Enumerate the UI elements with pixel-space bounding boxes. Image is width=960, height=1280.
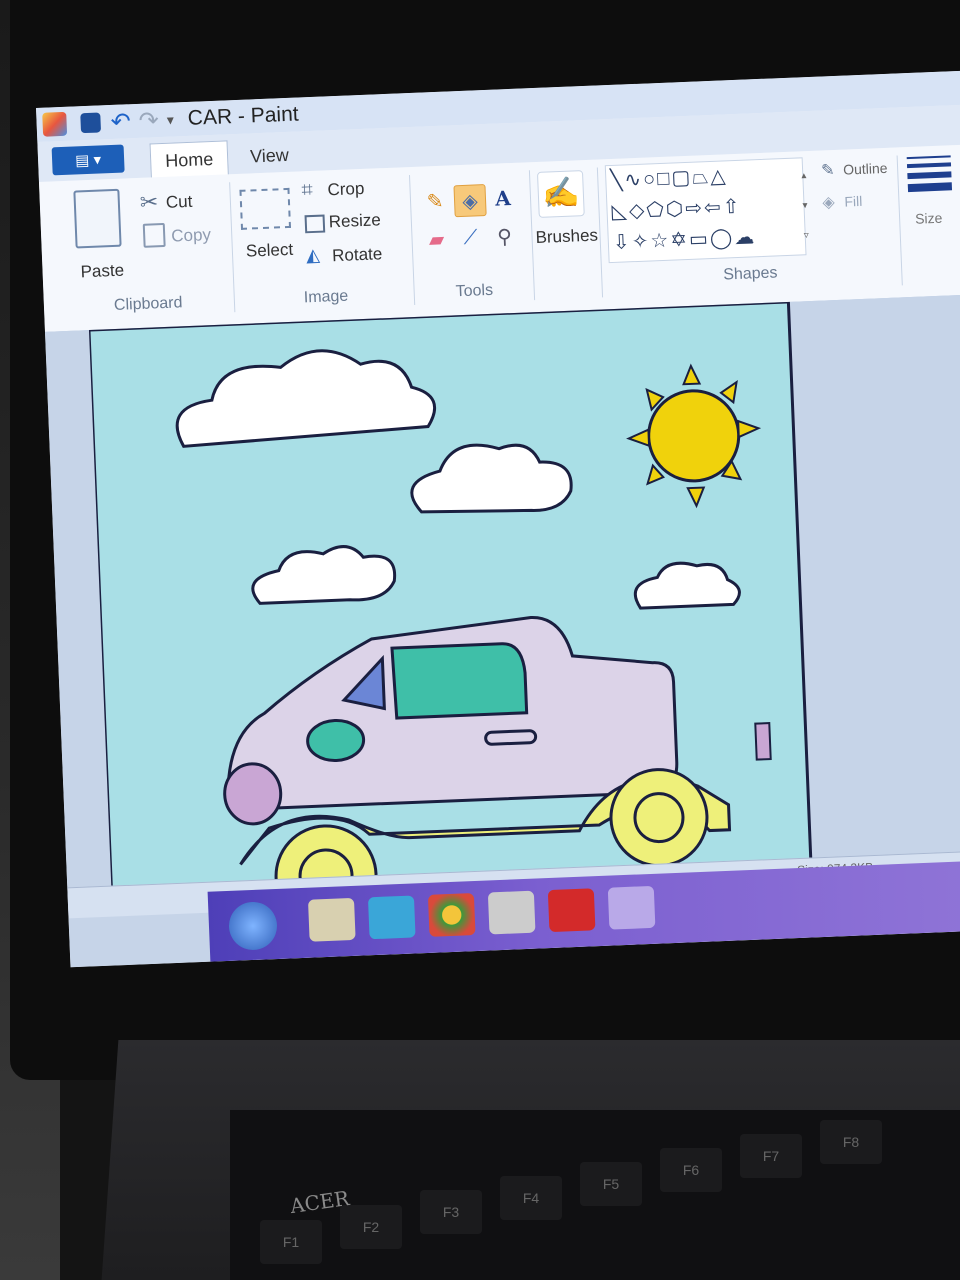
crop-button[interactable]: Crop (327, 179, 365, 200)
tools-group-label: Tools (455, 281, 494, 301)
triangle-shape-icon[interactable]: △ (710, 165, 728, 188)
car-wheel-rear-hub (633, 792, 685, 844)
shapes-group-label: Shapes (722, 264, 778, 284)
text-tool-icon[interactable]: A (487, 183, 518, 214)
fill-icon: ◈ (822, 194, 836, 212)
up-arrow-shape-icon[interactable]: ⇧ (722, 196, 742, 219)
undo-icon[interactable]: ↶ (110, 107, 131, 137)
explorer-taskbar-icon[interactable] (307, 897, 356, 942)
five-point-star-shape-icon[interactable]: ☆ (650, 230, 671, 253)
paint-taskbar-icon[interactable] (607, 885, 656, 930)
callout-oval-shape-icon[interactable]: ◯ (710, 227, 735, 250)
rotate-button[interactable]: Rotate (332, 244, 383, 266)
cut-button[interactable]: Cut (166, 192, 193, 213)
polygon-shape-icon[interactable]: ⏢ (692, 166, 711, 189)
key-f4[interactable]: F4 (500, 1176, 562, 1220)
curve-shape-icon[interactable]: ∿ (624, 169, 644, 192)
ribbon-divider (528, 170, 536, 301)
pencil-icon[interactable]: ✎ (419, 185, 450, 216)
drawing-canvas[interactable] (88, 301, 831, 890)
pentagon-shape-icon[interactable]: ⬠ (646, 199, 666, 222)
ribbon-divider (896, 155, 903, 286)
key-f7[interactable]: F7 (740, 1134, 802, 1178)
shapes-gallery[interactable]: ╲∿○□▢⏢△ ◺◇⬠⬡⇨⇦⇧ ⇩✧☆✡▭◯☁ (604, 157, 807, 264)
start-button-icon[interactable] (228, 901, 278, 951)
magnifier-icon[interactable]: ⚲ (489, 221, 520, 252)
car-headlight (223, 762, 283, 826)
clipboard-group-label: Clipboard (113, 294, 183, 315)
diamond-shape-icon[interactable]: ◇ (629, 200, 647, 223)
redo-icon[interactable]: ↷ (138, 106, 159, 136)
six-point-star-shape-icon[interactable]: ✡ (670, 229, 690, 252)
tab-home[interactable]: Home (149, 140, 229, 179)
outline-icon: ✎ (820, 162, 835, 180)
printer-taskbar-icon[interactable] (487, 890, 536, 935)
car-mirror (306, 718, 366, 763)
key-f5[interactable]: F5 (580, 1162, 642, 1206)
chrome-taskbar-icon[interactable] (427, 893, 476, 937)
rotate-icon: ◭ (305, 244, 321, 266)
acrobat-taskbar-icon[interactable] (547, 888, 596, 933)
car-taillight (754, 722, 772, 761)
left-arrow-shape-icon[interactable]: ⇦ (704, 197, 724, 220)
car-window-front (390, 642, 529, 720)
outline-button[interactable]: Outline (843, 160, 888, 178)
key-f1[interactable]: F1 (260, 1220, 322, 1264)
resize-icon (304, 214, 326, 234)
quick-access-dropdown-icon[interactable]: ▾ (166, 111, 174, 128)
crop-icon: ⌗ (301, 178, 314, 202)
fill-bucket-icon[interactable]: ◈ (453, 184, 487, 218)
file-menu-button[interactable]: ▤ ▾ (51, 144, 125, 176)
right-triangle-shape-icon[interactable]: ◺ (611, 200, 629, 223)
copy-button[interactable]: Copy (171, 225, 211, 247)
fill-button[interactable]: Fill (844, 193, 863, 210)
eraser-icon[interactable]: ▰ (421, 223, 452, 254)
line-shape-icon[interactable]: ╲ (610, 169, 625, 192)
brushes-button[interactable]: Brushes (535, 226, 598, 248)
clipboard-icon (73, 188, 122, 249)
size-lines-icon (906, 151, 953, 197)
window-title: CAR - Paint (187, 102, 300, 130)
brushes-icon: ✍ (536, 170, 585, 218)
callout-cloud-shape-icon[interactable]: ☁ (734, 226, 757, 249)
ribbon-divider (229, 182, 236, 313)
save-icon[interactable] (80, 112, 102, 134)
resize-button[interactable]: Resize (328, 210, 381, 232)
car-door-handle (484, 729, 538, 746)
copy-icon (142, 222, 166, 248)
paint-app-icon[interactable] (42, 111, 68, 137)
tab-view[interactable]: View (235, 137, 303, 174)
media-taskbar-icon[interactable] (367, 895, 416, 940)
select-button[interactable]: Select (246, 240, 294, 262)
screen: ↶ ↷ ▾ CAR - Paint ▤ ▾ Home View Paste ✂ … (36, 69, 960, 968)
color-picker-icon[interactable]: ⟋ (455, 222, 486, 253)
scissors-icon: ✂ (139, 189, 159, 215)
right-arrow-shape-icon[interactable]: ⇨ (685, 197, 705, 220)
down-arrow-shape-icon[interactable]: ⇩ (612, 231, 632, 254)
select-icon (239, 187, 292, 230)
key-f2[interactable]: F2 (340, 1205, 402, 1249)
four-point-star-shape-icon[interactable]: ✧ (631, 230, 651, 253)
rectangle-shape-icon[interactable]: □ (657, 168, 672, 191)
hexagon-shape-icon[interactable]: ⬡ (665, 198, 685, 221)
size-button[interactable]: Size (915, 210, 943, 227)
key-f6[interactable]: F6 (660, 1148, 722, 1192)
ribbon-divider (408, 175, 416, 305)
rounded-rectangle-shape-icon[interactable]: ▢ (671, 167, 693, 190)
oval-shape-icon[interactable]: ○ (643, 168, 658, 191)
key-f8[interactable]: F8 (820, 1120, 882, 1164)
callout-rectangle-shape-icon[interactable]: ▭ (689, 228, 711, 251)
key-f3[interactable]: F3 (420, 1190, 482, 1234)
image-group-label: Image (303, 287, 349, 307)
paste-button[interactable]: Paste (80, 261, 124, 283)
